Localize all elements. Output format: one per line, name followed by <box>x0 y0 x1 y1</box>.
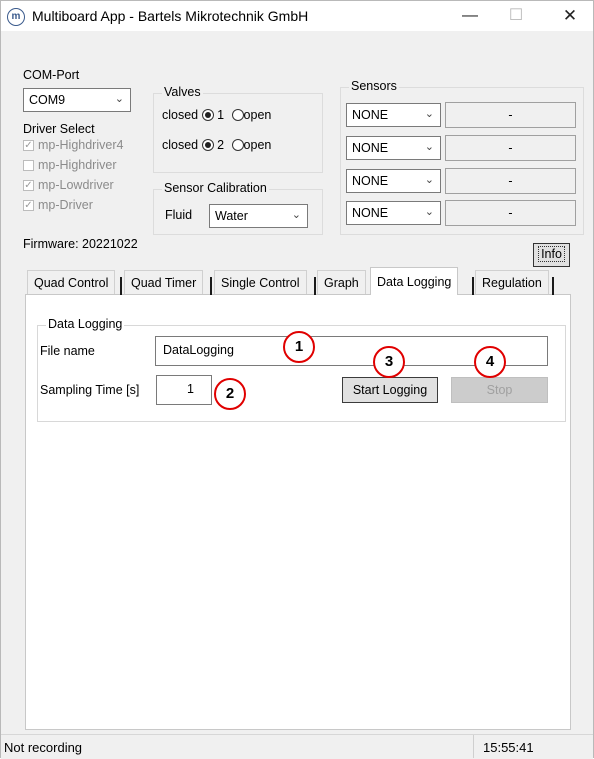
app-window: m Multiboard App - Bartels Mikrotechnik … <box>0 0 594 759</box>
tab-regulation[interactable]: Regulation <box>475 270 549 294</box>
valve-2-closed-radio[interactable] <box>201 139 214 151</box>
minimize-button[interactable]: — <box>447 1 493 31</box>
valve-row-2: closed 2 open <box>162 138 272 152</box>
tab-graph[interactable]: Graph <box>317 270 366 294</box>
tab-quad-control[interactable]: Quad Control <box>27 270 116 294</box>
checkbox-empty-icon <box>23 159 34 171</box>
file-name-label: File name <box>40 344 95 358</box>
sensor-3-select[interactable]: NONE ⌄ <box>346 169 441 193</box>
sampling-time-value: 1 <box>187 382 194 396</box>
tab-single-control[interactable]: Single Control <box>214 270 307 294</box>
driver-checkbox-lowdriver[interactable]: ✓ mp-Lowdriver <box>23 178 114 192</box>
chevron-down-icon: ⌄ <box>291 209 301 221</box>
sensor-1-select[interactable]: NONE ⌄ <box>346 103 441 127</box>
annotation-marker-4: 4 <box>474 346 506 378</box>
chevron-down-icon: ⌄ <box>424 141 434 153</box>
com-port-value: COM9 <box>29 93 66 107</box>
status-divider <box>473 735 474 758</box>
valves-group-title: Valves <box>162 85 203 99</box>
tab-separator <box>472 277 474 295</box>
tab-separator <box>210 277 212 295</box>
sensor-2-select[interactable]: NONE ⌄ <box>346 136 441 160</box>
valve-1-closed-radio[interactable] <box>201 109 214 121</box>
start-logging-button[interactable]: Start Logging <box>342 377 438 403</box>
status-bar: Not recording 15:55:41 <box>1 734 593 759</box>
sensors-group-title: Sensors <box>349 79 399 93</box>
chevron-down-icon: ⌄ <box>424 174 434 186</box>
sensor-4-select[interactable]: NONE ⌄ <box>346 201 441 225</box>
sampling-time-label: Sampling Time [s] <box>40 383 140 397</box>
recording-status: Not recording <box>4 740 83 755</box>
driver-checkbox-driver[interactable]: ✓ mp-Driver <box>23 198 93 212</box>
com-port-select[interactable]: COM9 ⌄ <box>23 88 131 112</box>
info-button[interactable]: Info <box>533 243 570 267</box>
sampling-time-input[interactable]: 1 <box>156 375 212 405</box>
valve-1-open-radio[interactable] <box>231 109 244 121</box>
status-time: 15:55:41 <box>483 740 534 755</box>
sensor-4-value: - <box>445 200 576 226</box>
fluid-label: Fluid <box>165 208 193 222</box>
fluid-value: Water <box>215 209 248 223</box>
chevron-down-icon: ⌄ <box>424 206 434 218</box>
close-button[interactable]: ✕ <box>547 1 593 31</box>
tab-quad-timer[interactable]: Quad Timer <box>124 270 204 294</box>
stop-button[interactable]: Stop <box>451 377 548 403</box>
com-port-label: COM-Port <box>23 68 80 82</box>
maximize-button[interactable]: ☐ <box>493 1 539 31</box>
driver-checkbox-highdriver4[interactable]: ✓ mp-Highdriver4 <box>23 138 123 152</box>
checkbox-check-icon: ✓ <box>23 179 34 191</box>
annotation-marker-1: 1 <box>283 331 315 363</box>
sensor-3-value: - <box>445 168 576 194</box>
title-bar: m Multiboard App - Bartels Mikrotechnik … <box>1 1 593 31</box>
firmware-label: Firmware: 20221022 <box>23 237 138 251</box>
valve-row-1: closed 1 open <box>162 108 272 122</box>
annotation-marker-2: 2 <box>214 378 246 410</box>
checkbox-check-icon: ✓ <box>23 139 34 151</box>
tab-data-logging[interactable]: Data Logging <box>370 267 459 295</box>
chevron-down-icon: ⌄ <box>424 108 434 120</box>
driver-checkbox-highdriver[interactable]: mp-Highdriver <box>23 158 117 172</box>
valves-group: Valves <box>153 85 323 173</box>
tab-separator <box>552 277 554 295</box>
sensor-calibration-title: Sensor Calibration <box>162 181 269 195</box>
annotation-marker-3: 3 <box>373 346 405 378</box>
tab-separator <box>120 277 122 295</box>
window-title: Multiboard App - Bartels Mikrotechnik Gm… <box>32 8 309 24</box>
sensor-1-value: - <box>445 102 576 128</box>
checkbox-check-icon: ✓ <box>23 199 34 211</box>
tab-separator <box>314 277 316 295</box>
chevron-down-icon: ⌄ <box>114 93 124 105</box>
app-logo-icon: m <box>7 8 25 26</box>
valve-2-open-radio[interactable] <box>231 139 244 151</box>
file-name-value: DataLogging <box>163 343 234 357</box>
sensor-2-value: - <box>445 135 576 161</box>
fluid-select[interactable]: Water ⌄ <box>209 204 308 228</box>
data-logging-group-title: Data Logging <box>46 317 125 331</box>
driver-select-label: Driver Select <box>23 122 95 136</box>
